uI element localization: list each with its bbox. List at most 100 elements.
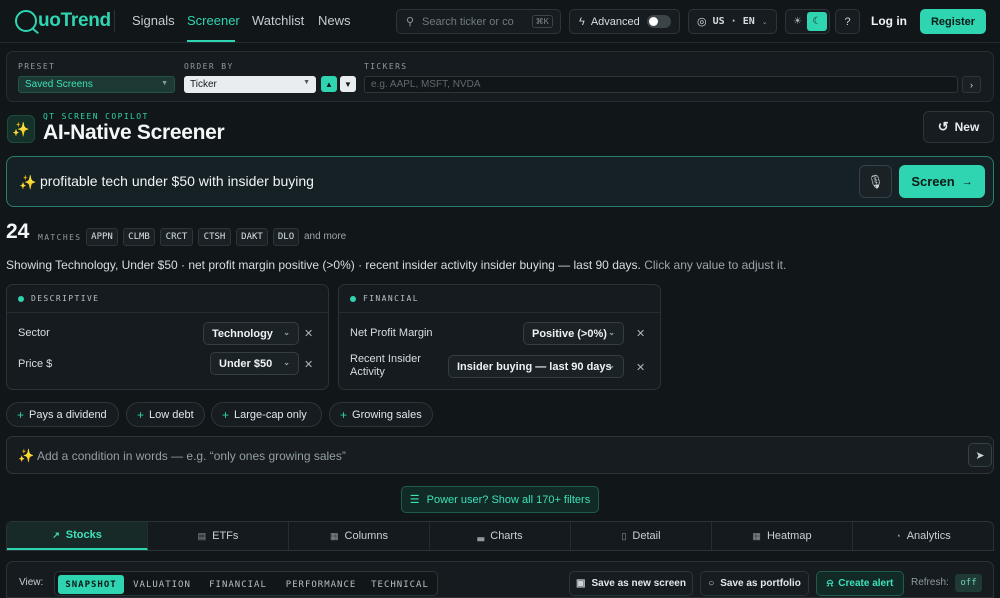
suggestion-chip[interactable]: + Large-cap only [211, 402, 322, 427]
suggestion-chip[interactable]: + Low debt [126, 402, 205, 427]
chevron-down-icon: ▼ [161, 80, 168, 87]
logo[interactable]: uoTrend [15, 8, 111, 34]
filter-label-net-margin: Net Profit Margin [350, 327, 433, 339]
save-screen-button[interactable]: ▣ Save as new screen [569, 571, 693, 596]
logo-text: uoTrend [38, 10, 111, 31]
ticker-chip[interactable]: CLMB [123, 228, 155, 246]
suggestion-label: Low debt [149, 408, 194, 421]
ticker-chip[interactable]: CTSH [198, 228, 231, 246]
sort-descending-button[interactable]: ▼ [340, 76, 356, 92]
suggestion-chip[interactable]: + Growing sales [329, 402, 433, 427]
save-portfolio-label: Save as portfolio [720, 578, 801, 589]
add-condition-input[interactable] [37, 448, 897, 464]
tab-label: Stocks [65, 529, 102, 541]
ticker-search[interactable]: ⚲ ⌘K [396, 9, 561, 34]
add-condition-box[interactable]: ✨ ➤ [6, 436, 994, 474]
view-valuation[interactable]: VALUATION [129, 575, 195, 594]
chevron-down-icon: ▼ [303, 79, 310, 86]
nav-watchlist[interactable]: Watchlist [252, 13, 304, 28]
show-all-filters-button[interactable]: ☰ Power user? Show all 170+ filters [401, 486, 599, 513]
ticker-chip[interactable]: APPN [86, 228, 118, 246]
remove-price-icon[interactable]: ✕ [304, 358, 313, 371]
moon-icon[interactable]: ☾ [807, 12, 827, 31]
refresh-label: Refresh: [911, 577, 949, 588]
financial-filter-card: FINANCIAL Net Profit Margin Positive (>0… [338, 284, 661, 390]
nav-screener[interactable]: Screener [187, 13, 240, 28]
view-label: View: [19, 577, 44, 588]
advanced-toggle-group[interactable]: ϟ Advanced [569, 9, 680, 34]
refresh-toggle[interactable]: off [955, 574, 982, 592]
remove-sector-icon[interactable]: ✕ [304, 327, 313, 340]
preset-select[interactable]: Saved Screens ▼ [18, 76, 175, 93]
tab-charts[interactable]: ▃ Charts [430, 522, 571, 550]
view-snapshot[interactable]: SNAPSHOT [58, 575, 124, 594]
screen-summary: Showing Technology, Under $50 · net prof… [6, 258, 786, 272]
tickers-label: TICKERS [364, 62, 408, 71]
locale-label: US · EN [712, 16, 755, 27]
order-by-select[interactable]: Ticker ▼ [184, 76, 316, 93]
nav-signals[interactable]: Signals [132, 13, 175, 28]
register-button[interactable]: Register [920, 9, 986, 34]
insider-value-select[interactable]: Insider buying — last 90 days ⌄ [448, 355, 624, 378]
microphone-icon[interactable]: 🎙︎ [859, 165, 892, 198]
query-text[interactable]: profitable tech under $50 with insider b… [40, 173, 314, 189]
tab-label: ETFs [212, 530, 239, 542]
search-input[interactable] [422, 14, 527, 30]
new-screen-button[interactable]: ↺ New [923, 111, 994, 143]
tab-stocks[interactable]: ↗ Stocks [7, 522, 148, 550]
tickers-input[interactable] [364, 76, 958, 93]
sector-value-select[interactable]: Technology ⌄ [203, 322, 299, 345]
screen-button[interactable]: Screen → [899, 165, 985, 198]
filter-label-sector: Sector [18, 327, 50, 339]
tab-label: Columns [344, 530, 388, 542]
view-switcher: SNAPSHOT VALUATION FINANCIAL PERFORMANCE… [54, 571, 438, 596]
save-portfolio-button[interactable]: ○ Save as portfolio [700, 571, 809, 596]
nav-divider [114, 10, 115, 32]
theme-switch[interactable]: ☀ ☾ [785, 9, 830, 34]
tab-columns[interactable]: ▦ Columns [289, 522, 430, 550]
tab-analytics[interactable]: ◔ Analytics [853, 522, 993, 550]
ticker-chip[interactable]: DAKT [236, 228, 268, 246]
chevron-down-icon: ⌄ [283, 328, 290, 337]
sun-icon[interactable]: ☀ [788, 12, 807, 31]
tab-label: Heatmap [766, 530, 812, 542]
tab-heatmap[interactable]: ▦ Heatmap [712, 522, 853, 550]
ticker-chip[interactable]: CRCT [160, 228, 193, 246]
heatmap-icon: ▦ [752, 530, 761, 541]
remove-insider-icon[interactable]: ✕ [636, 361, 645, 374]
search-icon: ⚲ [406, 16, 415, 28]
suggestion-chip[interactable]: + Pays a dividend [6, 402, 119, 427]
help-icon[interactable]: ? [835, 9, 860, 34]
suggestion-label: Growing sales [352, 408, 422, 421]
save-icon: ▣ [576, 578, 586, 589]
tickers-go-button[interactable]: › [962, 76, 981, 93]
login-link[interactable]: Log in [871, 14, 907, 28]
nav-active-indicator [187, 40, 235, 42]
suggestion-label: Large-cap only [234, 408, 307, 421]
insider-value: Insider buying — last 90 days [457, 360, 612, 373]
ticker-chip[interactable]: DLO [273, 228, 299, 246]
send-icon[interactable]: ➤ [968, 443, 992, 467]
chevron-down-icon: ⌄ [608, 328, 615, 337]
sort-ascending-button[interactable]: ▲ [321, 76, 337, 92]
price-value-select[interactable]: Under $50 ⌄ [210, 352, 299, 375]
tab-etfs[interactable]: ▤ ETFs [148, 522, 289, 550]
advanced-toggle[interactable] [646, 15, 671, 28]
tab-detail[interactable]: ▯ Detail [571, 522, 712, 550]
view-technical[interactable]: TECHNICAL [367, 575, 433, 594]
view-financial[interactable]: FINANCIAL [203, 575, 273, 594]
more-matches[interactable]: and more [304, 231, 346, 242]
query-box[interactable]: ✨ profitable tech under $50 with insider… [6, 156, 994, 207]
create-alert-button[interactable]: ⍾ Create alert [816, 571, 904, 596]
match-count: 24 [6, 220, 30, 243]
create-alert-label: Create alert [838, 578, 894, 589]
view-performance[interactable]: PERFORMANCE [279, 575, 363, 594]
net-margin-value-select[interactable]: Positive (>0%) ⌄ [523, 322, 624, 345]
save-screen-label: Save as new screen [591, 578, 686, 589]
nav-news[interactable]: News [318, 13, 351, 28]
bar-chart-icon: ▃ [477, 530, 485, 541]
copilot-eyebrow: QT SCREEN COPILOT [43, 112, 149, 121]
locale-selector[interactable]: ◎ US · EN ⌄ [688, 9, 777, 34]
remove-net-margin-icon[interactable]: ✕ [636, 327, 645, 340]
net-margin-value: Positive (>0%) [532, 327, 607, 340]
